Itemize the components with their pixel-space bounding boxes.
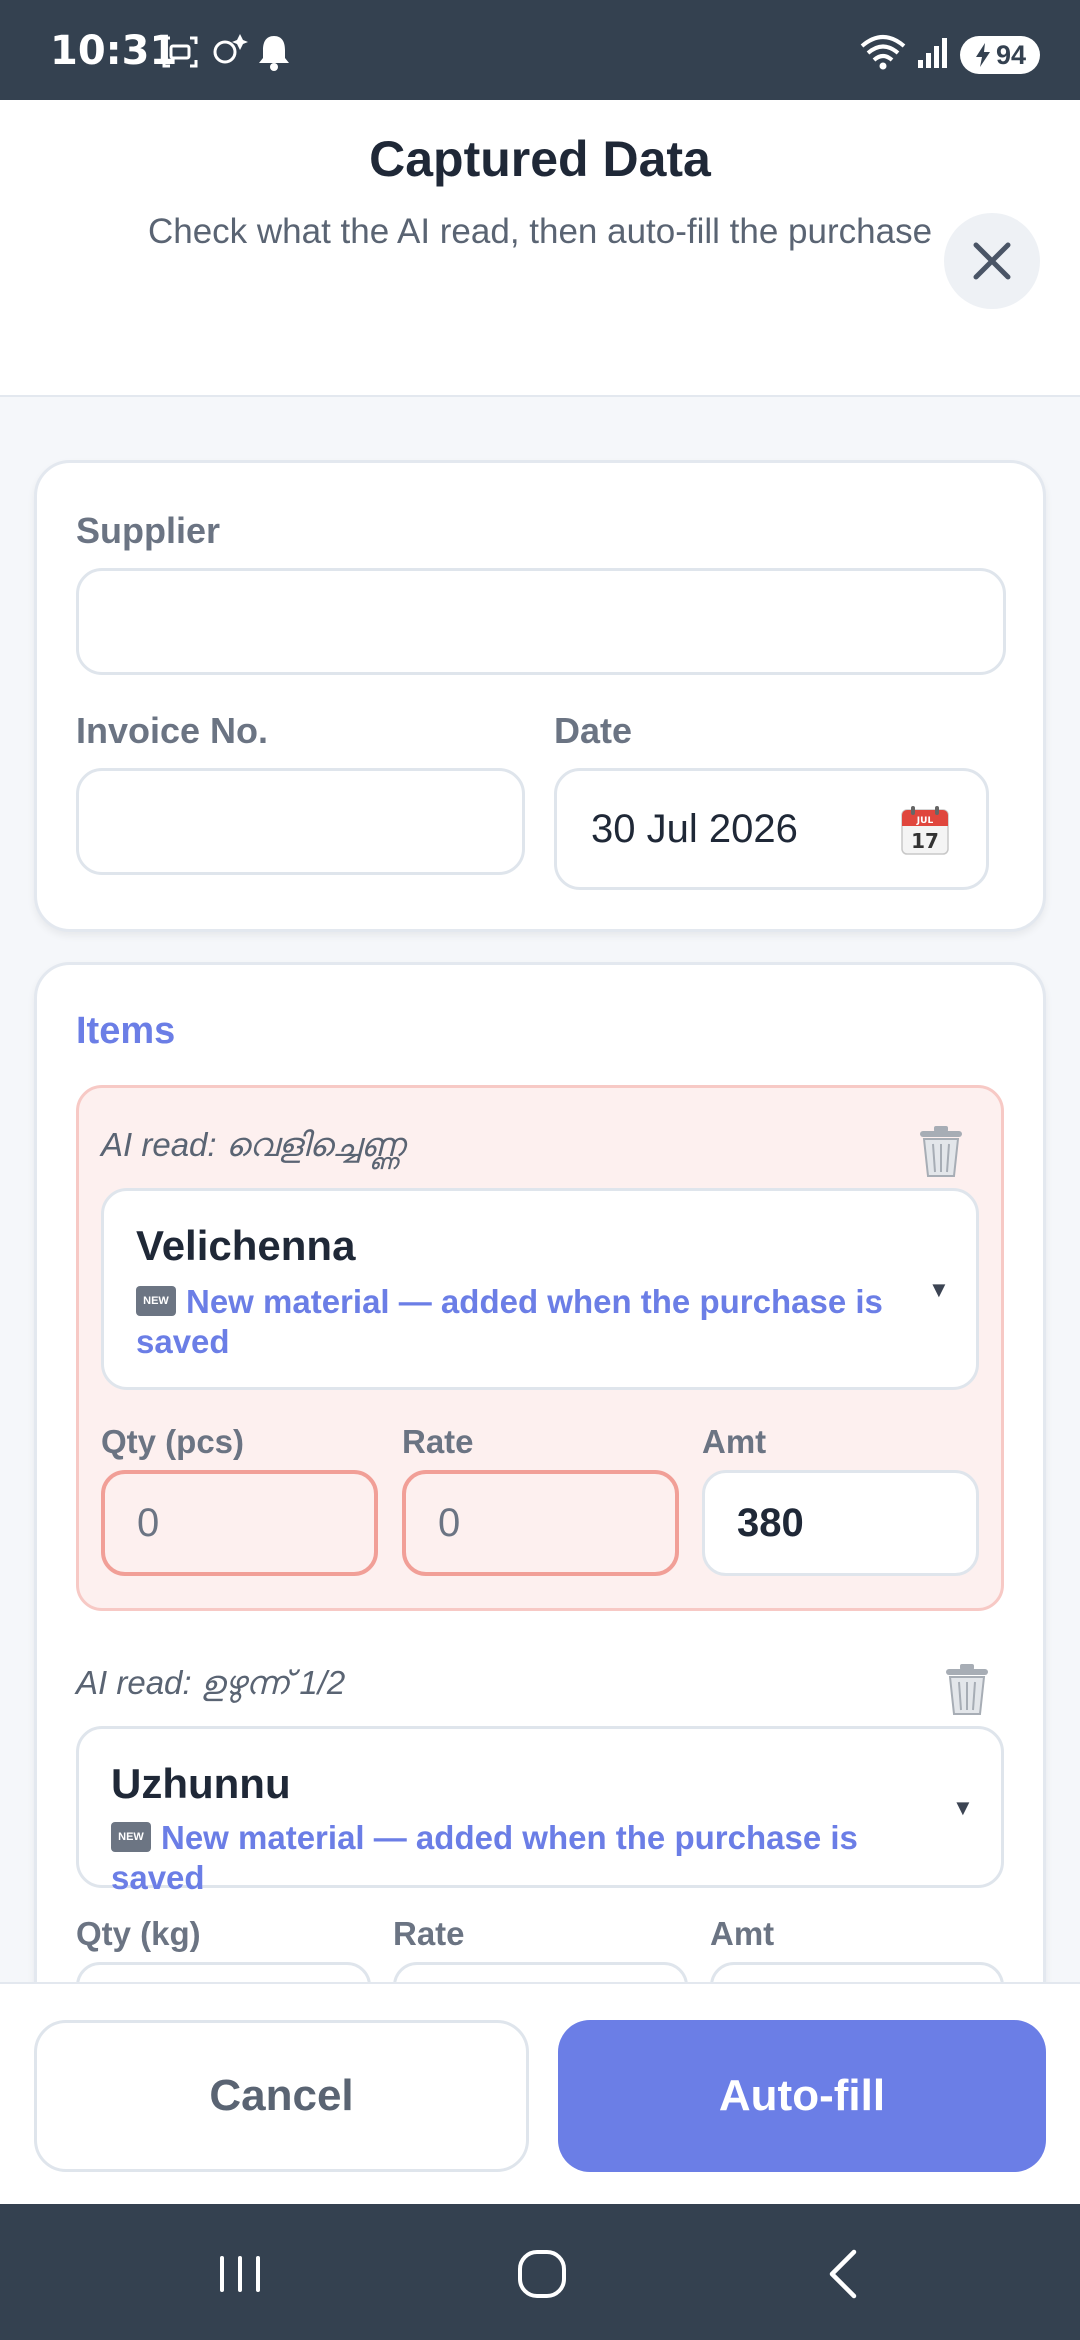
calendar-icon[interactable]: JUL 17 — [900, 806, 950, 856]
battery-indicator: 94 — [960, 36, 1040, 74]
chevron-down-icon: ▼ — [928, 1277, 950, 1302]
rate-label: Rate — [393, 1915, 465, 1952]
amt-input[interactable]: 380 — [702, 1470, 979, 1576]
system-nav-bar — [0, 2204, 1080, 2340]
page-title: Captured Data — [369, 131, 711, 187]
date-value: 30 Jul 2026 — [591, 806, 798, 851]
signal-icon — [918, 38, 947, 68]
home-icon[interactable] — [512, 2244, 572, 2304]
charging-bolt-icon — [975, 43, 990, 67]
material-note: NEW New material — added when the purchas… — [111, 1818, 931, 1898]
material-name: Uzhunnu — [111, 1760, 291, 1807]
status-time: 10:31 — [50, 28, 178, 74]
material-note-text: New material — added when the purchase i… — [136, 1283, 883, 1360]
close-icon — [973, 242, 1011, 280]
new-badge-icon: NEW — [111, 1822, 151, 1853]
recent-apps-icon[interactable] — [210, 2244, 270, 2304]
calendar-month: JUL — [916, 816, 934, 826]
chevron-down-icon: ▼ — [952, 1795, 974, 1820]
rate-input[interactable]: 0 — [402, 1470, 679, 1576]
rate-label: Rate — [402, 1423, 474, 1460]
close-button[interactable] — [944, 213, 1040, 309]
invoice-label: Invoice No. — [76, 710, 269, 751]
qty-input[interactable]: 0 — [101, 1470, 378, 1576]
status-bar: 10:31 94 — [0, 0, 1080, 100]
page-subtitle: Check what the AI read, then auto-fill t… — [147, 212, 933, 251]
ai-read-text: AI read: വെളിച്ചെണ്ണ — [101, 1126, 405, 1163]
trash-icon[interactable] — [944, 1664, 990, 1716]
amt-label: Amt — [702, 1423, 767, 1460]
amt-label: Amt — [710, 1915, 775, 1952]
qty-label: Qty (pcs) — [101, 1423, 245, 1460]
ai-read-text: AI read: ഉഴുന്ന് 1/2 — [76, 1664, 346, 1701]
back-icon[interactable] — [816, 2244, 876, 2304]
items-title: Items — [76, 1010, 176, 1052]
material-name: Velichenna — [136, 1222, 356, 1269]
bell-icon — [259, 36, 289, 71]
qty-label: Qty (kg) — [76, 1915, 201, 1952]
new-badge-icon: NEW — [136, 1286, 176, 1317]
material-note-text: New material — added when the purchase i… — [111, 1819, 858, 1896]
action-bar: Cancel Auto-fill — [0, 1982, 1080, 2204]
material-note: NEW New material — added when the purchas… — [136, 1282, 896, 1362]
supplier-input[interactable] — [76, 568, 1006, 675]
invoice-input[interactable] — [76, 768, 525, 875]
wifi-icon — [860, 35, 906, 70]
trash-icon[interactable] — [918, 1126, 964, 1178]
date-label: Date — [554, 710, 633, 751]
assistant-icon — [213, 34, 248, 64]
supplier-label: Supplier — [76, 510, 221, 551]
autofill-button[interactable]: Auto-fill — [558, 2020, 1046, 2172]
calendar-day: 17 — [911, 829, 939, 853]
screenshot-icon — [162, 36, 198, 68]
battery-level: 94 — [995, 39, 1027, 70]
cancel-button[interactable]: Cancel — [34, 2020, 529, 2172]
